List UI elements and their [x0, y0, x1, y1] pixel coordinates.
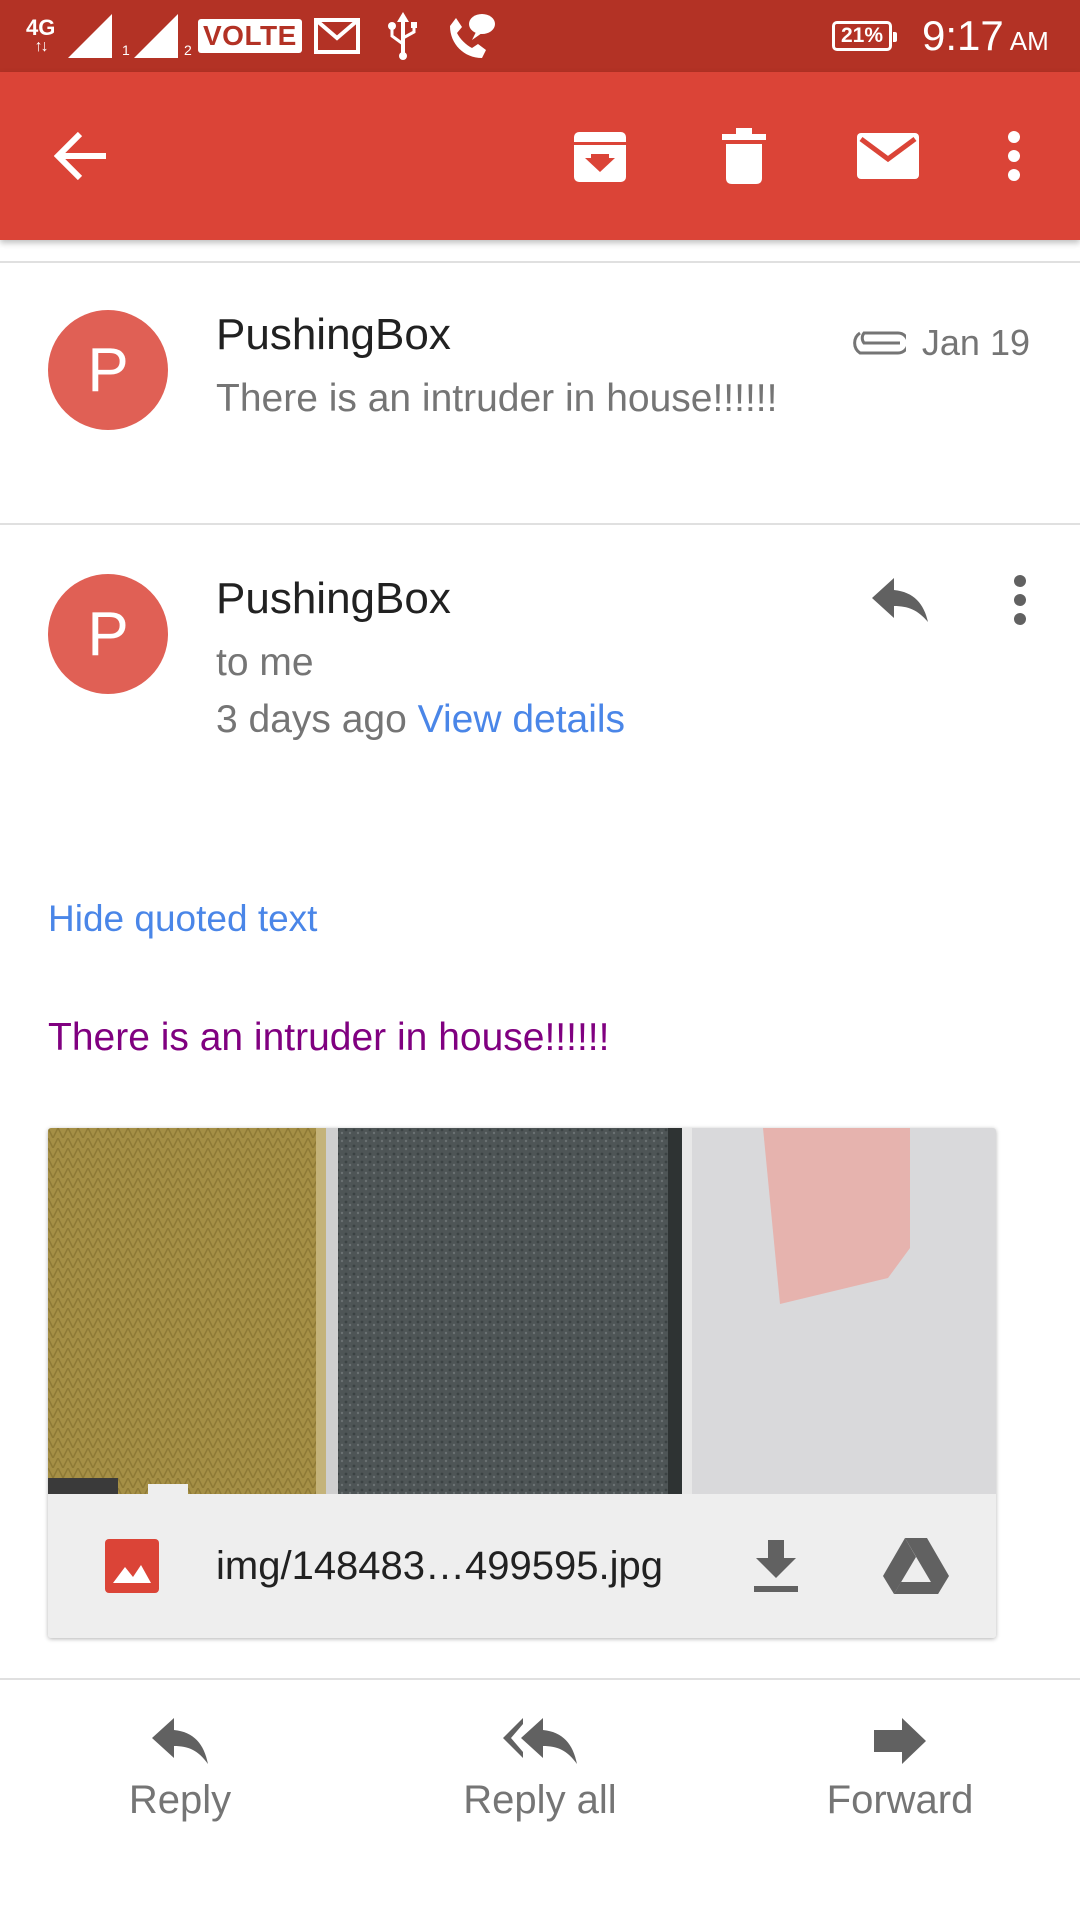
reply-icon [152, 1718, 208, 1764]
time-ago: 3 days ago [216, 698, 407, 741]
signal-sim1-icon: 1 [68, 0, 130, 72]
forward-label: Forward [826, 1778, 974, 1822]
status-bar: 4G ↑↓ 1 2 VOLTE 21% 9:17 AM [0, 0, 1080, 72]
forward-icon [874, 1718, 926, 1764]
network-type: 4G ↑↓ [26, 0, 55, 72]
sim1-label: 1 [122, 42, 130, 58]
message-more-icon[interactable] [996, 568, 1044, 632]
attachment-filename: img/148483…499595.jpg [216, 1543, 664, 1588]
reply-all-icon [503, 1718, 577, 1764]
app-bar [0, 72, 1080, 240]
battery-indicator: 21% [832, 0, 898, 72]
archive-icon[interactable] [552, 72, 648, 240]
drive-icon[interactable] [878, 1534, 954, 1598]
reply-button[interactable]: Reply [50, 1718, 310, 1823]
more-vert-icon[interactable] [966, 72, 1062, 240]
hide-quoted-text-link[interactable]: Hide quoted text [48, 898, 317, 940]
data-arrows-icon: ↑↓ [34, 38, 49, 55]
divider [0, 1678, 1080, 1680]
back-arrow-icon[interactable] [34, 72, 130, 240]
signal-sim2-icon: 2 [134, 0, 192, 72]
volte-badge: VOLTE [198, 0, 302, 72]
battery-level: 21% [841, 24, 884, 47]
reply-all-button[interactable]: Reply all [410, 1718, 670, 1823]
attachment-preview-image[interactable] [48, 1128, 996, 1494]
avatar[interactable]: P [48, 574, 168, 694]
sender-name: PushingBox [216, 574, 451, 623]
call-chat-icon [444, 0, 496, 72]
forward-button[interactable]: Forward [770, 1718, 1030, 1823]
message-body: There is an intruder in house!!!!!! [48, 1016, 610, 1059]
avatar-letter: P [87, 599, 129, 669]
clock-ampm: AM [1009, 25, 1049, 56]
avatar-letter: P [87, 335, 129, 405]
divider [0, 261, 1080, 263]
delete-icon[interactable] [696, 72, 792, 240]
avatar[interactable]: P [48, 310, 168, 430]
message-snippet: There is an intruder in house!!!!!! [216, 377, 778, 420]
divider [0, 523, 1080, 525]
attachment-bar: img/148483…499595.jpg [48, 1494, 996, 1638]
recipient-label: to me [216, 641, 314, 684]
message-date: Jan 19 [921, 322, 1030, 363]
reply-icon[interactable] [864, 568, 936, 632]
clock: 9:17 AM [922, 0, 1049, 72]
attachment-card[interactable]: img/148483…499595.jpg [48, 1128, 996, 1638]
sim2-label: 2 [184, 42, 192, 58]
image-file-icon [104, 1538, 160, 1594]
download-icon[interactable] [740, 1534, 812, 1598]
volte-label: VOLTE [198, 19, 302, 53]
view-details-link[interactable]: View details [418, 698, 625, 741]
message-meta: 3 days ago View details [216, 698, 625, 742]
reply-label: Reply [128, 1778, 232, 1822]
paperclip-icon [853, 331, 906, 355]
message-date-area: Jan 19 [850, 322, 1030, 364]
clock-time: 9:17 [922, 12, 1004, 59]
battery-icon: 21% [832, 21, 898, 51]
usb-icon [386, 0, 420, 72]
sender-name: PushingBox [216, 310, 451, 359]
mark-unread-icon[interactable] [840, 72, 936, 240]
gmail-notification-icon [314, 0, 360, 72]
reply-all-label: Reply all [463, 1778, 617, 1822]
network-label: 4G [26, 15, 56, 40]
